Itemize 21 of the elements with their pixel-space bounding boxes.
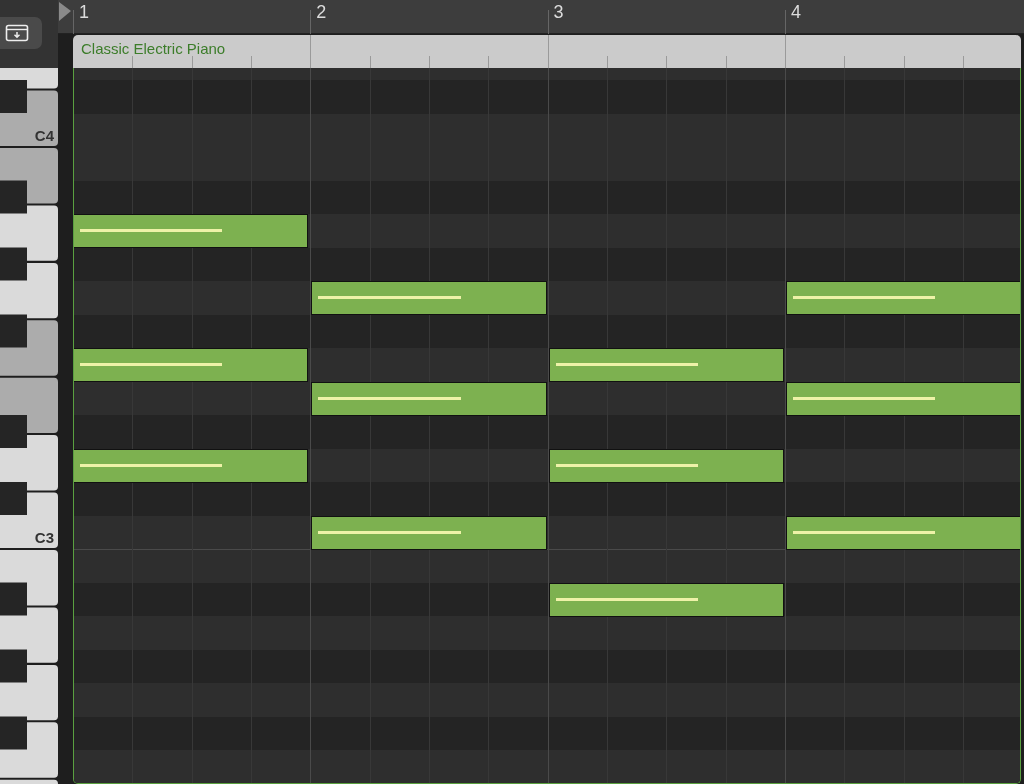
key-label: C4	[34, 127, 54, 144]
download-button[interactable]	[0, 17, 42, 49]
midi-note[interactable]	[311, 281, 547, 315]
midi-note[interactable]	[548, 348, 784, 382]
midi-note[interactable]	[785, 515, 1020, 550]
bar-number: 2	[316, 2, 327, 23]
region-name: Classic Electric Piano	[81, 40, 226, 57]
midi-note[interactable]	[74, 214, 309, 248]
midi-note[interactable]	[548, 448, 784, 483]
midi-note[interactable]	[548, 582, 784, 617]
midi-note[interactable]	[74, 348, 309, 382]
download-icon	[5, 24, 29, 42]
midi-note[interactable]	[785, 381, 1020, 416]
midi-note[interactable]	[311, 381, 547, 416]
bar-number: 3	[553, 2, 564, 23]
midi-note[interactable]	[74, 448, 309, 483]
bar-number: 1	[79, 2, 89, 23]
bar-number: 4	[790, 2, 801, 23]
key-label: C3	[34, 529, 54, 546]
midi-note[interactable]	[311, 515, 547, 550]
midi-note[interactable]	[785, 281, 1020, 315]
